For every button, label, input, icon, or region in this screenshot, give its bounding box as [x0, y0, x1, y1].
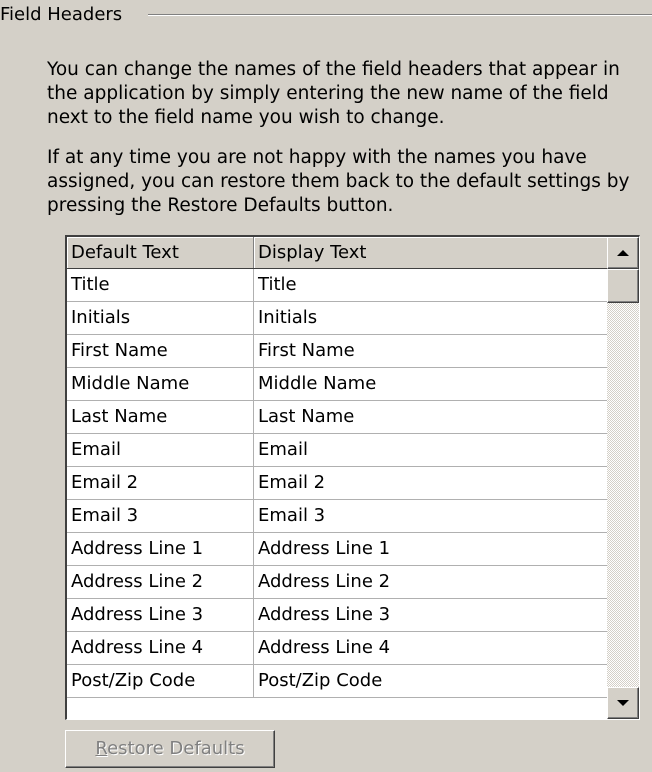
table-row[interactable]: Address Line 3 Address Line 3 — [67, 599, 608, 632]
default-text-cell: Address Line 1 — [67, 533, 254, 565]
display-text-cell[interactable]: Last Name — [254, 401, 608, 433]
arrow-up-icon — [617, 250, 629, 256]
group-divider — [148, 14, 652, 16]
vertical-scrollbar[interactable] — [607, 237, 639, 719]
table-row[interactable]: Middle Name Middle Name — [67, 368, 608, 401]
display-text-cell[interactable]: Email 3 — [254, 500, 608, 532]
display-text-cell[interactable]: First Name — [254, 335, 608, 367]
display-text-cell[interactable]: Email — [254, 434, 608, 466]
default-text-cell: Address Line 2 — [67, 566, 254, 598]
table-row[interactable]: First Name First Name — [67, 335, 608, 368]
default-text-cell: Middle Name — [67, 368, 254, 400]
table-row[interactable]: Email 2 Email 2 — [67, 467, 608, 500]
restore-defaults-button[interactable]: Restore Defaults — [65, 730, 275, 768]
scroll-down-button[interactable] — [607, 687, 639, 719]
field-headers-grid[interactable]: Default Text Display Text Title Title Init… — [65, 235, 640, 720]
arrow-down-icon — [617, 700, 629, 706]
group-title: Field Headers — [0, 4, 127, 26]
default-text-cell: First Name — [67, 335, 254, 367]
default-text-cell: Initials — [67, 302, 254, 334]
table-row[interactable]: Title Title — [67, 269, 608, 302]
grid-table: Default Text Display Text Title Title Init… — [67, 237, 608, 698]
table-row[interactable]: Post/Zip Code Post/Zip Code — [67, 665, 608, 698]
default-text-cell: Address Line 4 — [67, 632, 254, 664]
default-text-cell: Last Name — [67, 401, 254, 433]
display-text-cell[interactable]: Middle Name — [254, 368, 608, 400]
display-text-cell[interactable]: Address Line 4 — [254, 632, 608, 664]
display-text-cell[interactable]: Address Line 1 — [254, 533, 608, 565]
table-row[interactable]: Address Line 2 Address Line 2 — [67, 566, 608, 599]
display-text-cell[interactable]: Email 2 — [254, 467, 608, 499]
scroll-up-button[interactable] — [607, 237, 639, 269]
column-header-display-text[interactable]: Display Text — [254, 237, 608, 268]
display-text-cell[interactable]: Address Line 3 — [254, 599, 608, 631]
grid-header-row: Default Text Display Text — [67, 237, 608, 269]
table-row[interactable]: Address Line 1 Address Line 1 — [67, 533, 608, 566]
default-text-cell: Post/Zip Code — [67, 665, 254, 697]
default-text-cell: Email 2 — [67, 467, 254, 499]
column-header-default-text[interactable]: Default Text — [67, 237, 254, 268]
table-row[interactable]: Email Email — [67, 434, 608, 467]
default-text-cell: Address Line 3 — [67, 599, 254, 631]
display-text-cell[interactable]: Post/Zip Code — [254, 665, 608, 697]
scroll-thumb[interactable] — [607, 269, 639, 303]
display-text-cell[interactable]: Initials — [254, 302, 608, 334]
display-text-cell[interactable]: Title — [254, 269, 608, 301]
table-row[interactable]: Last Name Last Name — [67, 401, 608, 434]
default-text-cell: Email 3 — [67, 500, 254, 532]
table-row[interactable]: Email 3 Email 3 — [67, 500, 608, 533]
default-text-cell: Title — [67, 269, 254, 301]
restore-defaults-label: Restore Defaults — [95, 738, 245, 759]
table-row[interactable]: Address Line 4 Address Line 4 — [67, 632, 608, 665]
instructions-paragraph-2: If at any time you are not happy with th… — [47, 147, 630, 216]
default-text-cell: Email — [67, 434, 254, 466]
instructions-paragraph-1: You can change the names of the field he… — [47, 59, 620, 128]
display-text-cell[interactable]: Address Line 2 — [254, 566, 608, 598]
table-row[interactable]: Initials Initials — [67, 302, 608, 335]
